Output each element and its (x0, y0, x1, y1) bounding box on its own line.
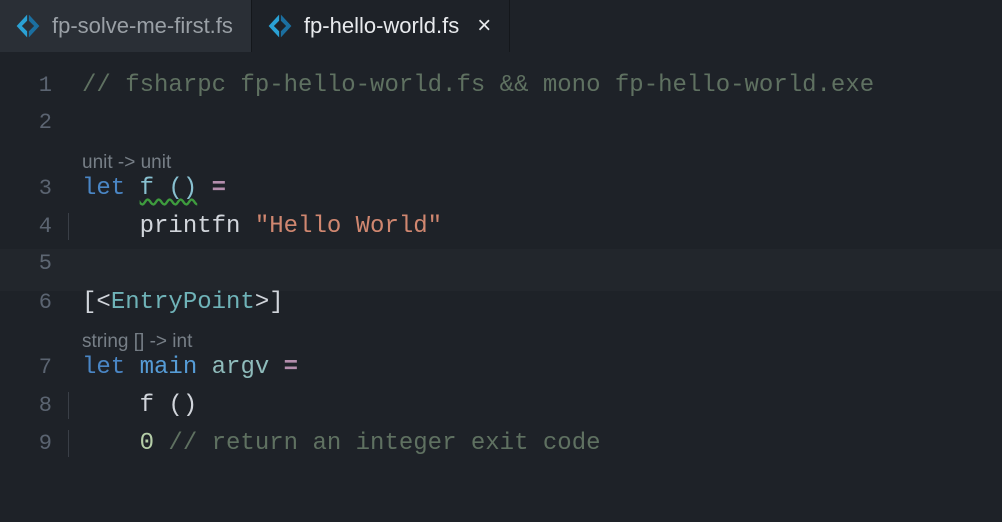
close-icon[interactable]: × (477, 14, 491, 38)
token-default (82, 392, 140, 419)
token-keyword: let (82, 354, 125, 381)
line-number: 7 (0, 355, 82, 380)
token-ident: main (140, 354, 198, 381)
tab-1[interactable]: fp-hello-world.fs × (252, 0, 510, 52)
tab-label: fp-solve-me-first.fs (52, 13, 233, 39)
line-number: 1 (0, 73, 82, 98)
code-line[interactable]: 9 0 // return an integer exit code (0, 430, 1002, 468)
token-default (197, 175, 211, 202)
token-default (82, 213, 140, 240)
inlay-hint: string [] -> int (0, 327, 1002, 354)
code-content[interactable]: [<EntryPoint>] (82, 289, 1002, 316)
code-content[interactable]: // fsharpc fp-hello-world.fs && mono fp-… (82, 72, 1002, 99)
token-attrkw: EntryPoint (111, 289, 255, 316)
tab-bar: fp-solve-me-first.fs fp-hello-world.fs × (0, 0, 1002, 52)
line-number: 6 (0, 290, 82, 315)
code-line[interactable]: 1// fsharpc fp-hello-world.fs && mono fp… (0, 72, 1002, 110)
line-number: 5 (0, 251, 82, 276)
token-op: = (212, 175, 226, 202)
editor-area[interactable]: 1// fsharpc fp-hello-world.fs && mono fp… (0, 52, 1002, 468)
code-line[interactable]: 5 (0, 251, 1002, 289)
code-line[interactable]: 6[<EntryPoint>] (0, 289, 1002, 327)
token-default (125, 175, 139, 202)
token-comment: // return an integer exit code (168, 430, 600, 457)
inlay-hint-text: string [] -> int (82, 331, 1002, 353)
fsharp-icon (266, 12, 294, 40)
code-content[interactable]: f () (82, 392, 1002, 419)
tab-label: fp-hello-world.fs (304, 13, 459, 39)
token-funcname: f () (140, 175, 198, 202)
token-varname: argv (212, 354, 270, 381)
token-default (197, 354, 211, 381)
token-keyword: let (82, 175, 125, 202)
token-default: >] (255, 289, 284, 316)
fsharp-icon (14, 12, 42, 40)
token-default: f (140, 392, 169, 419)
code-line[interactable]: 4 printfn "Hello World" (0, 213, 1002, 251)
token-default: printfn (140, 213, 255, 240)
inlay-hint-text: unit -> unit (82, 152, 1002, 174)
token-default (125, 354, 139, 381)
token-default (82, 430, 140, 457)
tab-0[interactable]: fp-solve-me-first.fs (0, 0, 252, 52)
token-default (154, 430, 168, 457)
code-line[interactable]: 7let main argv = (0, 354, 1002, 392)
token-default: [< (82, 289, 111, 316)
code-content[interactable]: let f () = (82, 175, 1002, 202)
code-content[interactable]: printfn "Hello World" (82, 213, 1002, 240)
line-number (0, 150, 82, 175)
token-comment: // fsharpc fp-hello-world.fs && mono fp-… (82, 72, 874, 99)
code-line[interactable]: 3let f () = (0, 175, 1002, 213)
line-number: 3 (0, 176, 82, 201)
token-op: = (284, 354, 298, 381)
code-line[interactable]: 8 f () (0, 392, 1002, 430)
code-content[interactable]: let main argv = (82, 354, 1002, 381)
code-content[interactable]: 0 // return an integer exit code (82, 430, 1002, 457)
line-number: 2 (0, 110, 82, 135)
token-number: 0 (140, 430, 154, 457)
token-default: () (168, 392, 197, 419)
indent-guide: f () (68, 392, 197, 419)
token-string: "Hello World" (255, 213, 442, 240)
indent-guide: 0 // return an integer exit code (68, 430, 601, 457)
line-number (0, 329, 82, 354)
inlay-hint: unit -> unit (0, 148, 1002, 175)
indent-guide: printfn "Hello World" (68, 213, 442, 240)
code-line[interactable]: 2 (0, 110, 1002, 148)
token-default (269, 354, 283, 381)
